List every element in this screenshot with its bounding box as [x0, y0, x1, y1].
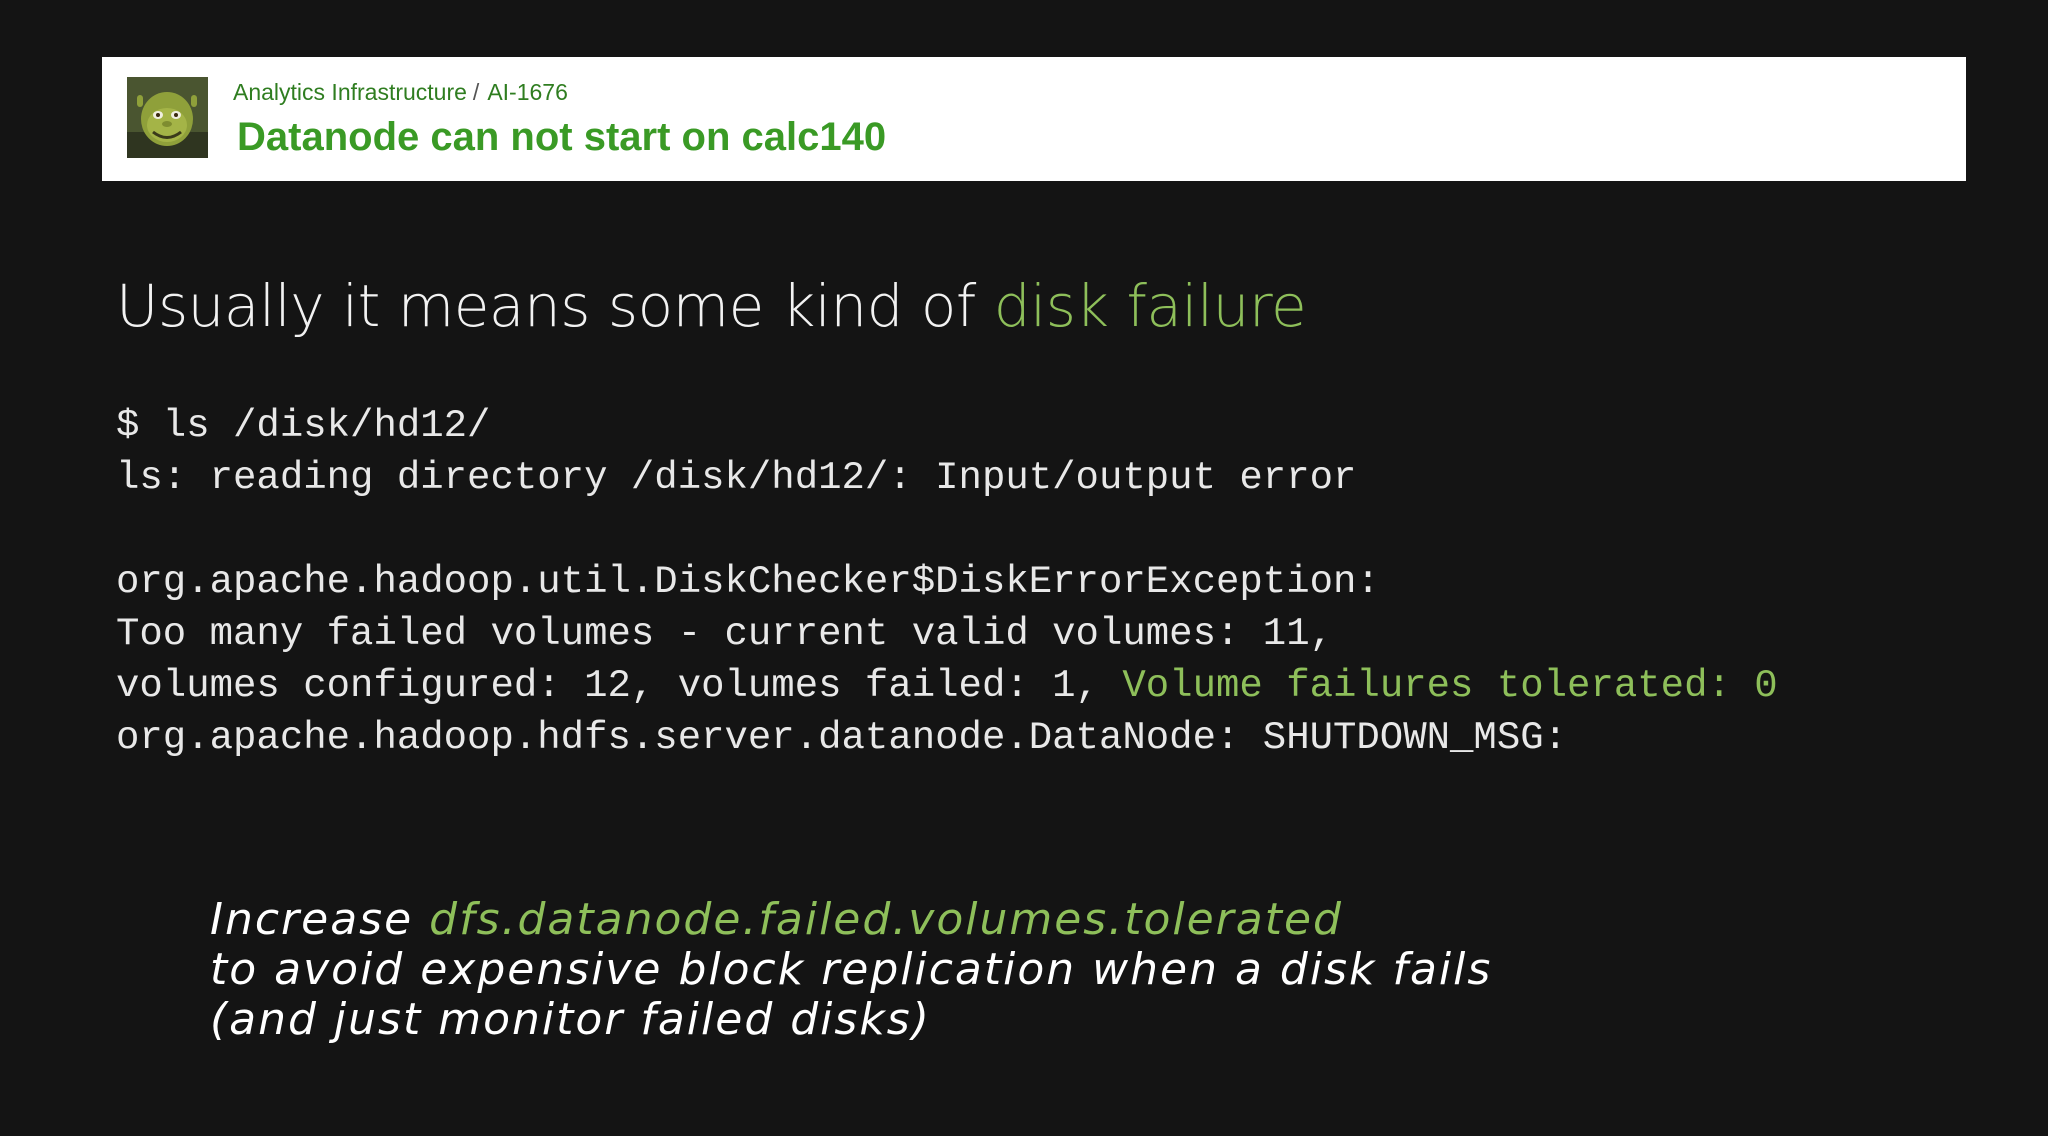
breadcrumb-project-link[interactable]: Analytics Infrastructure [233, 79, 467, 105]
note-line-2: to avoid expensive block replication whe… [210, 944, 1493, 995]
note-line-1-prefix: Increase [210, 894, 430, 945]
note-line-3: (and just monitor failed disks) [210, 994, 931, 1045]
terminal-line-2: ls: reading directory /disk/hd12/: Input… [116, 456, 1357, 500]
terminal-line-5-accent: Volume failures tolerated: 0 [1122, 664, 1778, 708]
terminal-line-5-prefix: volumes configured: 12, volumes failed: … [116, 664, 1123, 708]
terminal-line-5: volumes configured: 12, volumes failed: … [116, 660, 1778, 712]
breadcrumb-issue-key-link[interactable]: AI-1676 [487, 79, 568, 105]
terminal-line-1: $ ls /disk/hd12/ [116, 404, 491, 448]
headline-text: Usually it means some kind of [116, 272, 994, 340]
project-avatar [127, 77, 208, 158]
issue-header-card: Analytics Infrastructure / AI-1676 Datanod… [102, 57, 1966, 181]
terminal-line-6: org.apache.hadoop.hdfs.server.datanode.D… [116, 716, 1568, 760]
shrek-avatar-icon [127, 77, 208, 158]
note-line-1: Increase dfs.datanode.failed.volumes.tol… [210, 895, 1343, 945]
headline-accent: disk failure [993, 272, 1307, 340]
terminal-line-3: org.apache.hadoop.util.DiskChecker$DiskE… [116, 560, 1380, 604]
issue-title[interactable]: Datanode can not start on calc140 [237, 115, 886, 160]
breadcrumb-separator: / [472, 79, 480, 105]
terminal-line-4: Too many failed volumes - current valid … [116, 612, 1333, 656]
note-line-1-accent: dfs.datanode.failed.volumes.tolerated [429, 894, 1343, 945]
breadcrumb: Analytics Infrastructure / AI-1676 [233, 79, 568, 106]
slide-headline: Usually it means some kind of disk failu… [116, 272, 1307, 340]
